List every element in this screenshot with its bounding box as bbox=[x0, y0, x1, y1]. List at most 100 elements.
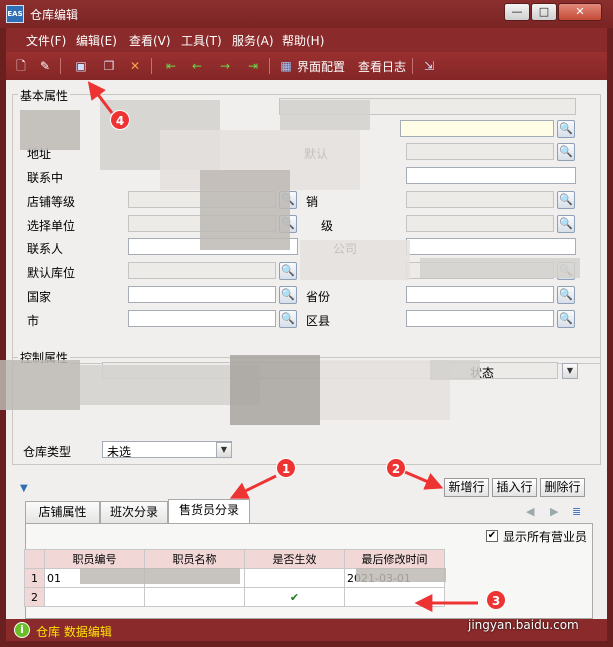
privacy-blur bbox=[430, 360, 480, 380]
menu-view[interactable]: 查看(V) bbox=[129, 32, 171, 49]
tab-salesperson-entries[interactable]: 售货员分录 bbox=[168, 499, 250, 524]
show-all-checkbox[interactable]: ✔ bbox=[486, 530, 498, 542]
toolbar-separator bbox=[60, 58, 61, 74]
privacy-blur bbox=[280, 100, 370, 130]
city-field[interactable] bbox=[128, 310, 276, 327]
next-icon[interactable]: → bbox=[216, 57, 234, 75]
add-row-button[interactable]: 新增行 bbox=[444, 478, 489, 497]
chevron-down-icon[interactable]: ▼ bbox=[562, 363, 578, 379]
show-all-label: 显示所有营业员 bbox=[503, 530, 588, 544]
col-last-modified[interactable]: 最后修改时间 bbox=[344, 549, 445, 569]
lookup-icon[interactable]: 🔍 bbox=[279, 286, 297, 304]
province-field[interactable] bbox=[406, 286, 554, 303]
first-icon[interactable]: ⇤ bbox=[162, 57, 180, 75]
privacy-blur bbox=[80, 568, 240, 584]
privacy-blur bbox=[420, 258, 580, 278]
last-modified-cell bbox=[344, 587, 445, 607]
annotation-3: 3 bbox=[486, 590, 506, 610]
menu-help[interactable]: 帮助(H) bbox=[282, 32, 324, 49]
lookup-icon[interactable]: 🔍 bbox=[557, 143, 575, 161]
district-field[interactable] bbox=[406, 310, 554, 327]
table-row[interactable]: 2 ✔ bbox=[24, 587, 445, 607]
new-icon[interactable]: 🗋 bbox=[12, 57, 30, 75]
tab-list-icon[interactable]: ≣ bbox=[572, 505, 581, 518]
province-label: 省份 bbox=[306, 290, 331, 304]
country-field[interactable] bbox=[128, 286, 276, 303]
tab-store-properties[interactable]: 店铺属性 bbox=[25, 501, 100, 523]
menu-tools[interactable]: 工具(T) bbox=[181, 32, 222, 49]
insert-row-button[interactable]: 插入行 bbox=[492, 478, 537, 497]
app-logo: EAS bbox=[6, 5, 24, 23]
collapse-icon[interactable]: ▼ bbox=[20, 483, 28, 494]
copy-icon[interactable]: ❐ bbox=[100, 57, 118, 75]
last-icon[interactable]: ⇥ bbox=[244, 57, 262, 75]
warehouse-type-select[interactable]: 未选 bbox=[102, 441, 232, 459]
contact-person-label: 联系人 bbox=[27, 242, 64, 256]
level-field bbox=[406, 215, 554, 232]
staff-name-cell[interactable] bbox=[144, 587, 245, 607]
menu-file[interactable]: 文件(F) bbox=[26, 32, 66, 49]
lookup-icon[interactable]: 🔍 bbox=[279, 262, 297, 280]
menu-bar: 文件(F) 编辑(E) 查看(V) 工具(T) 服务(A) 帮助(H) bbox=[6, 28, 607, 52]
close-button[interactable]: ✕ bbox=[558, 3, 602, 21]
tab-shift-entries[interactable]: 班次分录 bbox=[100, 501, 168, 523]
col-staff-code[interactable]: 职员编号 bbox=[44, 549, 145, 569]
privacy-blur bbox=[20, 110, 80, 150]
level-label: 级 bbox=[321, 219, 334, 233]
toolbar: 🗋 ✎ ▣ ❐ ✕ ⇤ ← → ⇥ ▦ 界面配置 查看日志 ⇲ bbox=[6, 52, 607, 80]
delete-icon[interactable]: ✕ bbox=[126, 57, 144, 75]
contact-center-right-field[interactable] bbox=[406, 167, 576, 184]
lookup-icon[interactable]: 🔍 bbox=[557, 286, 575, 304]
exit-icon[interactable]: ⇲ bbox=[420, 57, 438, 75]
lookup-icon[interactable]: 🔍 bbox=[557, 120, 575, 138]
window-title: 仓库编辑 bbox=[30, 8, 79, 22]
col-active[interactable]: 是否生效 bbox=[244, 549, 345, 569]
privacy-blur bbox=[0, 360, 80, 410]
basic-group-title: 基本属性 bbox=[18, 87, 71, 104]
lookup-icon[interactable]: 🔍 bbox=[557, 191, 575, 209]
status-text: 仓库 数据编辑 bbox=[36, 625, 112, 639]
grid-corner bbox=[24, 549, 45, 569]
warehouse-type-label: 仓库类型 bbox=[23, 445, 72, 459]
ui-config-button[interactable]: 界面配置 bbox=[297, 58, 345, 75]
row-number: 1 bbox=[24, 568, 45, 588]
lookup-icon[interactable]: 🔍 bbox=[279, 310, 297, 328]
store-level-label: 店铺等级 bbox=[27, 195, 76, 209]
active-checkbox-cell[interactable]: ✔ bbox=[244, 587, 345, 607]
tab-prev-icon[interactable]: ◀ bbox=[526, 505, 534, 518]
default-right-field bbox=[406, 143, 554, 160]
company-field[interactable] bbox=[406, 238, 576, 255]
tab-next-icon[interactable]: ▶ bbox=[550, 505, 558, 518]
default-location-label: 默认库位 bbox=[27, 266, 76, 280]
privacy-blur bbox=[356, 568, 446, 582]
info-icon: i bbox=[14, 622, 30, 638]
annotation-2: 2 bbox=[386, 458, 406, 478]
row-number: 2 bbox=[24, 587, 45, 607]
maximize-button[interactable]: □ bbox=[531, 3, 557, 21]
chevron-down-icon[interactable]: ▼ bbox=[216, 442, 232, 458]
prev-icon[interactable]: ← bbox=[188, 57, 206, 75]
watermark: jingyan.baidu.com bbox=[468, 618, 579, 632]
privacy-blur bbox=[230, 355, 320, 425]
title-bar: EAS 仓库编辑 — □ ✕ bbox=[0, 0, 613, 28]
ui-config-icon[interactable]: ▦ bbox=[277, 57, 295, 75]
toolbar-separator bbox=[412, 58, 413, 74]
lookup-icon[interactable]: 🔍 bbox=[557, 215, 575, 233]
contact-center-label: 联系中 bbox=[27, 171, 64, 185]
view-log-button[interactable]: 查看日志 bbox=[358, 58, 406, 75]
warehouse-type-value: 未选 bbox=[107, 445, 132, 459]
edit-icon[interactable]: ✎ bbox=[36, 57, 54, 75]
city-label: 市 bbox=[27, 314, 40, 328]
menu-edit[interactable]: 编辑(E) bbox=[76, 32, 117, 49]
minimize-button[interactable]: — bbox=[504, 3, 530, 21]
save-icon[interactable]: ▣ bbox=[72, 57, 90, 75]
lookup-icon[interactable]: 🔍 bbox=[557, 310, 575, 328]
col-staff-name[interactable]: 职员名称 bbox=[144, 549, 245, 569]
active-cell[interactable] bbox=[244, 568, 345, 588]
delete-row-button[interactable]: 删除行 bbox=[540, 478, 585, 497]
required-field[interactable] bbox=[400, 120, 554, 137]
menu-service[interactable]: 服务(A) bbox=[232, 32, 274, 49]
toolbar-separator bbox=[269, 58, 270, 74]
grid-header-row: 职员编号 职员名称 是否生效 最后修改时间 bbox=[24, 549, 445, 569]
staff-code-cell[interactable] bbox=[44, 587, 145, 607]
